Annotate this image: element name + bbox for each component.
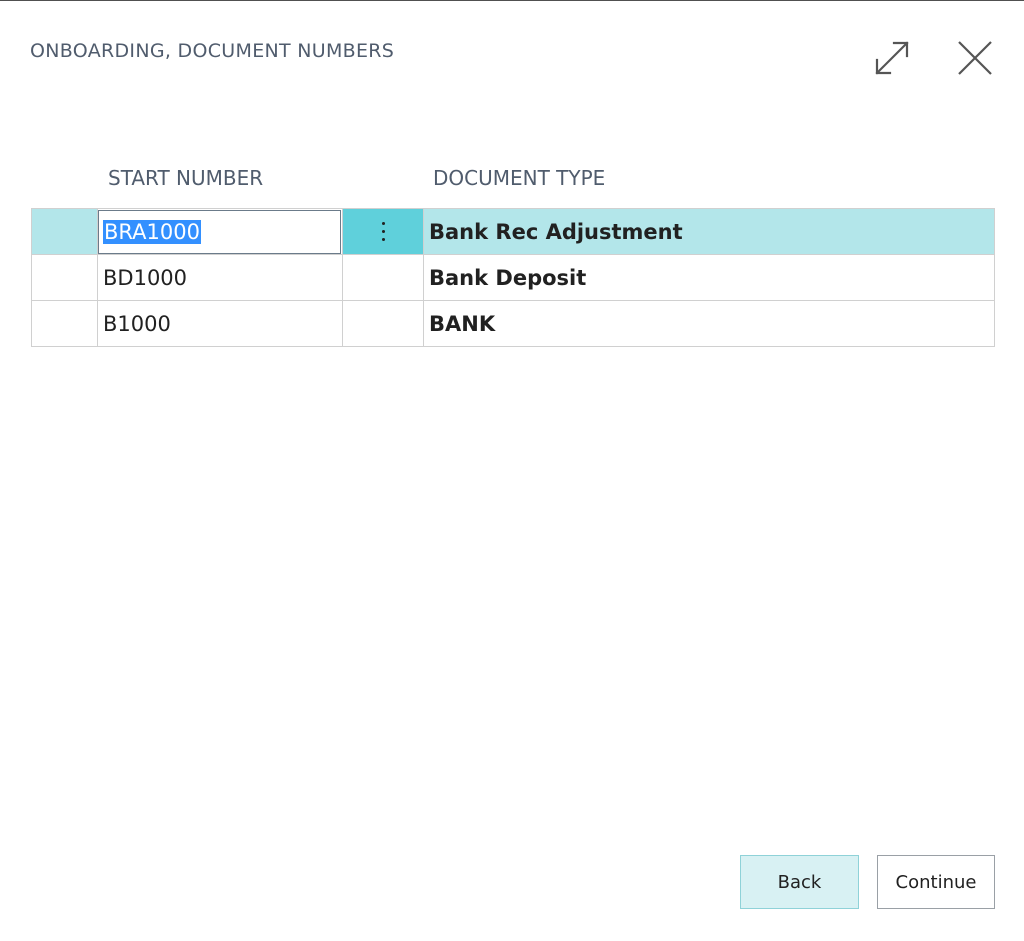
start-number-cell[interactable]: B1000 — [98, 301, 343, 346]
document-type-cell[interactable]: Bank Deposit — [424, 255, 995, 300]
document-type-cell[interactable]: Bank Rec Adjustment — [424, 209, 995, 254]
row-selector[interactable] — [32, 255, 98, 300]
dialog-title: ONBOARDING, DOCUMENT NUMBERS — [30, 40, 395, 62]
row-menu-cell[interactable] — [343, 301, 424, 346]
column-header-start-number[interactable]: START NUMBER — [108, 166, 263, 190]
column-header-document-type[interactable]: DOCUMENT TYPE — [433, 166, 605, 190]
table-row[interactable]: B1000 BANK — [32, 301, 995, 347]
document-numbers-table: BRA1000 Bank Rec Adjustment BD1000 Bank … — [31, 208, 995, 347]
row-menu-cell[interactable] — [343, 255, 424, 300]
document-type-cell[interactable]: BANK — [424, 301, 995, 346]
table-row[interactable]: BD1000 Bank Deposit — [32, 255, 995, 301]
start-number-input[interactable]: BRA1000 — [98, 209, 341, 254]
start-number-cell[interactable]: BRA1000 — [98, 209, 343, 254]
row-selector[interactable] — [32, 301, 98, 346]
close-icon — [958, 41, 992, 75]
close-button[interactable] — [953, 36, 997, 80]
expand-button[interactable] — [870, 36, 914, 80]
back-button[interactable]: Back — [740, 855, 859, 909]
more-options-icon[interactable] — [381, 222, 385, 241]
window-top-border — [0, 0, 1024, 1]
row-selector[interactable] — [32, 209, 98, 254]
start-number-cell[interactable]: BD1000 — [98, 255, 343, 300]
continue-button[interactable]: Continue — [877, 855, 995, 909]
expand-arrows-icon — [875, 41, 909, 75]
start-number-value: BRA1000 — [103, 219, 201, 244]
table-row[interactable]: BRA1000 Bank Rec Adjustment — [32, 209, 995, 255]
row-menu-cell[interactable] — [343, 209, 424, 254]
